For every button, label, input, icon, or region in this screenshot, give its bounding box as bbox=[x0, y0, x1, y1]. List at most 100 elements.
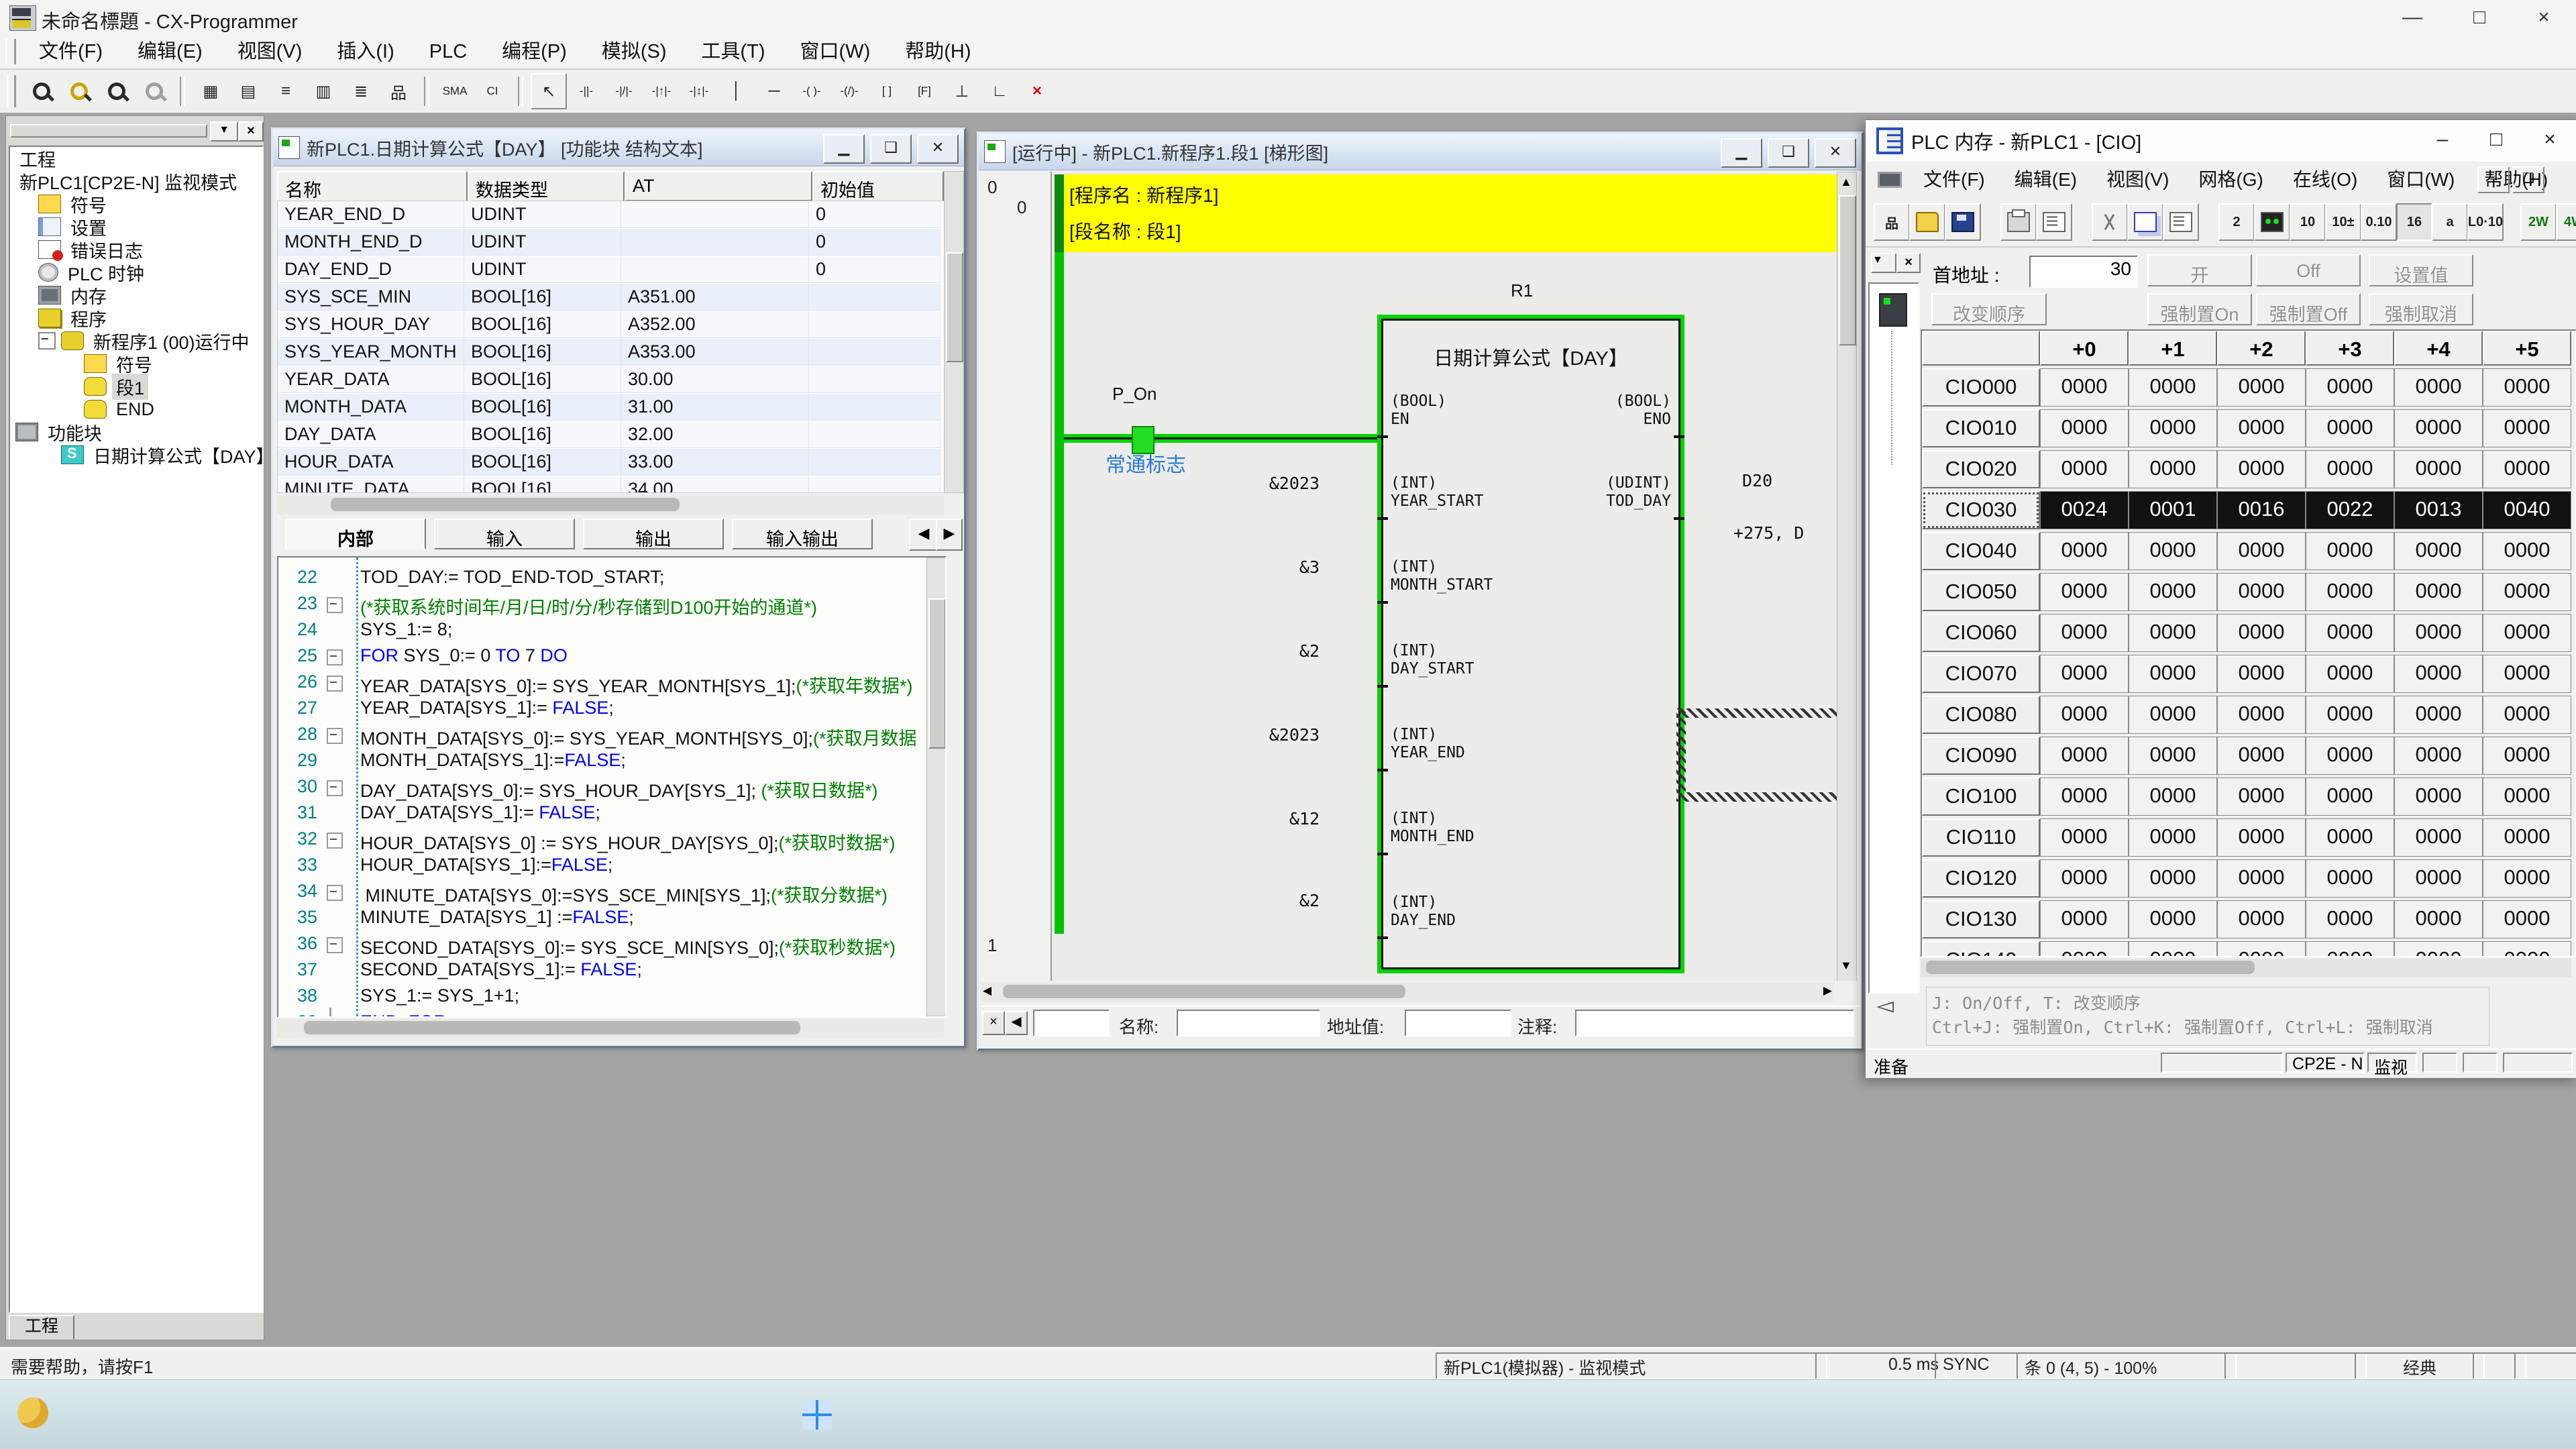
memory-cell[interactable]: 0000 bbox=[2040, 818, 2129, 857]
contact-nc-icon[interactable]: -|/|- bbox=[606, 73, 642, 109]
paste-icon[interactable] bbox=[2163, 203, 2199, 241]
fold-toggle-icon[interactable] bbox=[327, 780, 343, 796]
fold-toggle-icon[interactable] bbox=[327, 597, 343, 613]
input-operand-3[interactable]: &2023 bbox=[1212, 725, 1320, 745]
memory-cell[interactable]: 0000 bbox=[2129, 777, 2217, 816]
input-operand-0[interactable]: &2023 bbox=[1212, 474, 1320, 493]
memory-cell[interactable]: 0000 bbox=[2483, 777, 2571, 816]
two-word-icon[interactable]: 2W bbox=[2520, 203, 2557, 241]
app-titlebar[interactable]: 未命名標題 - CX-Programmer — □ × bbox=[0, 0, 2576, 36]
tree-item-1[interactable]: 新PLC1[CP2E-N] 监视模式 bbox=[10, 170, 262, 193]
memory-cell[interactable]: 0000 bbox=[2217, 737, 2306, 775]
binary-icon[interactable]: 2 bbox=[2218, 203, 2255, 241]
memory-cell[interactable]: 0022 bbox=[2306, 491, 2394, 529]
footer-blank-field[interactable] bbox=[1033, 1010, 1110, 1036]
code-line-32[interactable]: 32HOUR_DATA[SYS_0] := SYS_HOUR_DAY[SYS_0… bbox=[278, 828, 922, 855]
tree-expander-icon[interactable] bbox=[38, 332, 56, 350]
memory-cell[interactable]: 0000 bbox=[2306, 859, 2394, 898]
dock-dropdown-button[interactable]: ▼ bbox=[1871, 253, 1896, 273]
delete-wire-icon[interactable]: × bbox=[1019, 73, 1055, 109]
memory-cell[interactable]: 0000 bbox=[2483, 859, 2571, 898]
memory-menu-5[interactable]: 窗口(W) bbox=[2372, 164, 2469, 196]
fb-close-button[interactable]: ✕ bbox=[917, 134, 959, 164]
memory-cell[interactable]: 0000 bbox=[2306, 777, 2394, 816]
fb-tab-0[interactable]: 内部 bbox=[285, 519, 426, 549]
code-line-36[interactable]: 36SECOND_DATA[SYS_0]:= SYS_SCE_MIN[SYS_0… bbox=[278, 933, 922, 959]
memory-cell[interactable]: 0000 bbox=[2040, 450, 2129, 488]
memory-cell[interactable]: 0000 bbox=[2040, 368, 2129, 407]
code-line-22[interactable]: 22TOD_DAY:= TOD_END-TOD_START; bbox=[278, 567, 922, 593]
memory-cell[interactable]: 0000 bbox=[2394, 696, 2483, 734]
memory-cell[interactable]: 0000 bbox=[2129, 614, 2217, 652]
memory-cell[interactable]: 0000 bbox=[2394, 777, 2483, 816]
memory-cell[interactable]: 0000 bbox=[2217, 614, 2306, 652]
memory-grid[interactable]: +0+1+2+3+4+5CIO0000000000000000000000000… bbox=[1921, 329, 2576, 957]
io-comment-icon[interactable]: CI bbox=[474, 73, 511, 109]
memory-cell[interactable]: 0000 bbox=[2129, 532, 2217, 570]
memory-row-label-CIO140[interactable]: CIO140 bbox=[1922, 941, 2040, 957]
watch-window-icon[interactable]: ≣ bbox=[343, 73, 379, 109]
mdi-minimize-button[interactable]: – bbox=[2477, 166, 2510, 193]
memory-menu-4[interactable]: 在线(O) bbox=[2278, 164, 2372, 196]
project-toolbar-grip[interactable] bbox=[10, 124, 207, 138]
memory-cell[interactable]: 0000 bbox=[2483, 737, 2571, 775]
coil-icon[interactable]: -( )- bbox=[794, 73, 830, 109]
memory-cell[interactable]: 0000 bbox=[2129, 941, 2217, 957]
select-cursor-icon[interactable]: ↖ bbox=[531, 73, 567, 109]
coil-nc-icon[interactable]: -(/)- bbox=[831, 73, 867, 109]
fb-restore-button[interactable]: ❑ bbox=[870, 134, 912, 164]
zoom-out-icon[interactable] bbox=[136, 73, 172, 109]
menu-3[interactable]: 插入(I) bbox=[319, 36, 411, 68]
dock-close-button[interactable]: × bbox=[1896, 253, 1921, 273]
ascii-icon[interactable]: a bbox=[2432, 203, 2468, 241]
memory-cell[interactable]: 0000 bbox=[2483, 450, 2571, 488]
input-operand-4[interactable]: &12 bbox=[1212, 809, 1320, 828]
memory-cell[interactable]: 0000 bbox=[2306, 573, 2394, 611]
memory-cell[interactable]: 0000 bbox=[2394, 614, 2483, 652]
toolbar-grip[interactable] bbox=[7, 75, 16, 107]
fb-var-row[interactable]: SYS_SCE_MINBOOL[16]A351.00 bbox=[278, 284, 941, 311]
fb-minimize-button[interactable]: ▁ bbox=[823, 134, 865, 164]
memory-cell[interactable]: 0000 bbox=[2306, 532, 2394, 570]
contact-up-icon[interactable]: -|↑|- bbox=[643, 73, 680, 109]
memory-cell[interactable]: 0024 bbox=[2040, 491, 2129, 529]
memory-cell[interactable]: 0000 bbox=[2040, 900, 2129, 938]
signed-decimal-icon[interactable]: 10± bbox=[2325, 203, 2361, 241]
fb-invoke-icon[interactable]: [F] bbox=[906, 73, 943, 109]
memory-cell[interactable]: 0000 bbox=[2217, 859, 2306, 898]
memory-row-label-CIO080[interactable]: CIO080 bbox=[1922, 696, 2040, 734]
memory-cell[interactable]: 0000 bbox=[2129, 859, 2217, 898]
memory-cell[interactable]: 0000 bbox=[2306, 614, 2394, 652]
memory-cell[interactable]: 0000 bbox=[2483, 696, 2571, 734]
corner-icon[interactable]: ∟ bbox=[981, 73, 1018, 109]
menu-5[interactable]: 编程(P) bbox=[484, 36, 584, 68]
input-operand-5[interactable]: &2 bbox=[1212, 891, 1320, 910]
memory-cell[interactable]: 0000 bbox=[2394, 655, 2483, 693]
memory-cell[interactable]: 0000 bbox=[2306, 737, 2394, 775]
memory-cell[interactable]: 0000 bbox=[2129, 409, 2217, 447]
memory-cell[interactable]: 0000 bbox=[2217, 368, 2306, 407]
memory-cell[interactable]: 0000 bbox=[2306, 368, 2394, 407]
fb-tabs-scroll-right[interactable]: ▶ bbox=[936, 519, 963, 551]
memory-row-label-CIO020[interactable]: CIO020 bbox=[1922, 450, 2040, 488]
memory-row-label-CIO030[interactable]: CIO030 bbox=[1922, 491, 2040, 529]
input-operand-1[interactable]: &3 bbox=[1212, 557, 1320, 577]
memory-row-label-CIO100[interactable]: CIO100 bbox=[1922, 777, 2040, 816]
memory-cell[interactable]: 0000 bbox=[2394, 409, 2483, 447]
memory-row-label-CIO060[interactable]: CIO060 bbox=[1922, 614, 2040, 652]
input-operand-2[interactable]: &2 bbox=[1212, 641, 1320, 661]
fold-toggle-icon[interactable] bbox=[327, 833, 343, 849]
memory-cell[interactable]: 0001 bbox=[2129, 491, 2217, 529]
mnemonic-view-icon[interactable]: SMA bbox=[437, 73, 473, 109]
memory-cell[interactable]: 0000 bbox=[2394, 941, 2483, 957]
project-tab[interactable]: 工程 bbox=[9, 1315, 74, 1340]
memory-cell[interactable]: 0000 bbox=[2129, 900, 2217, 938]
fb-var-row[interactable]: DAY_END_DUDINT0 bbox=[278, 256, 941, 283]
memory-menu-3[interactable]: 网格(G) bbox=[2184, 164, 2277, 196]
tree-item-4[interactable]: 错误日志 bbox=[10, 238, 262, 261]
memory-cell[interactable]: 0000 bbox=[2483, 368, 2571, 407]
footer-addr-field[interactable] bbox=[1405, 1010, 1511, 1036]
memory-cell[interactable]: 0000 bbox=[2394, 368, 2483, 407]
vertical-line-icon[interactable]: │ bbox=[718, 73, 755, 109]
memory-hscrollbar[interactable] bbox=[1921, 959, 2571, 977]
